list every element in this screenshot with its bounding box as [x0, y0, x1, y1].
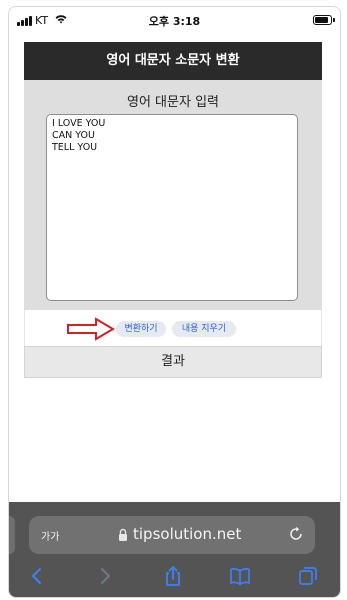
result-label: 결과 [24, 346, 322, 378]
input-section-label: 영어 대문자 입력 [127, 95, 219, 110]
address-bar[interactable]: 가가 tipsolution.net [29, 516, 315, 554]
clear-content-button[interactable]: 내용 지우기 [172, 321, 236, 337]
battery-tip [333, 18, 335, 22]
reload-icon[interactable] [288, 526, 304, 542]
tabs-icon[interactable] [297, 565, 319, 587]
text-size-button[interactable]: 가가 [41, 528, 59, 543]
browser-bottom-bar: 가가 tipsolution.net [9, 502, 340, 597]
page-title: 영어 대문자 소문자 변환 [24, 42, 322, 80]
share-icon[interactable] [162, 565, 184, 587]
input-panel: 영어 대문자 입력 I LOVE YOU CAN YOU TELL YOU [24, 80, 322, 310]
clock: 오후 3:18 [148, 15, 201, 28]
forward-icon[interactable] [94, 565, 116, 587]
convert-button[interactable]: 변환하기 [116, 321, 166, 337]
status-bar: KT 오후 3:18 [9, 7, 340, 33]
bookmarks-icon[interactable] [229, 565, 251, 587]
battery-icon [313, 15, 332, 25]
lock-icon [119, 528, 127, 541]
previous-tab-edge[interactable] [9, 516, 15, 554]
red-arrow-icon [67, 317, 115, 341]
phone-screen: KT 오후 3:18 영어 대문자 소문자 변환 영어 대문자 입력 I LOV… [8, 6, 341, 598]
back-icon[interactable] [26, 565, 48, 587]
url-text[interactable]: tipsolution.net [133, 525, 241, 543]
button-row: 변환하기 내용 지우기 [24, 310, 322, 346]
converter-app: 영어 대문자 소문자 변환 영어 대문자 입력 I LOVE YOU CAN Y… [24, 42, 322, 378]
uppercase-input-textarea[interactable]: I LOVE YOU CAN YOU TELL YOU [46, 114, 298, 301]
